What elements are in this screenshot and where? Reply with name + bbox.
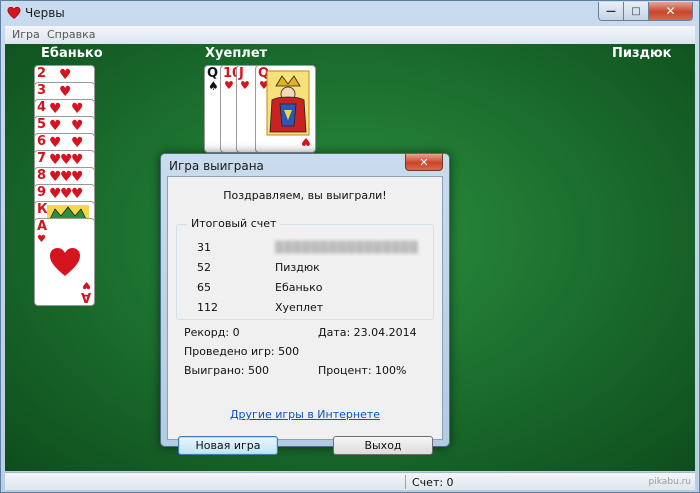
- date-stat: Дата: 23.04.2014: [318, 326, 417, 339]
- player-left-name: Ебанько: [41, 46, 103, 61]
- congrats-message: Поздравляем, вы выиграли!: [223, 189, 387, 202]
- heart-icon: ♥: [71, 118, 84, 134]
- dialog-close-button[interactable]: ✕: [405, 154, 443, 171]
- status-bar: Счет: 0 pikabu.ru: [5, 472, 695, 490]
- heart-icon: ♥: [37, 234, 46, 245]
- caption-buttons: — □ ✕: [598, 2, 693, 21]
- heart-icon: ♥: [71, 186, 84, 202]
- heart-icon: ♥: [59, 67, 72, 83]
- watermark-text: pikabu.ru: [648, 477, 691, 487]
- score-row: 112 Хуеплет: [197, 301, 324, 314]
- heart-icon: ♥: [82, 279, 91, 290]
- heart-icon: ♥: [49, 101, 62, 117]
- heart-icon: ♥: [240, 79, 250, 92]
- menu-help[interactable]: Справка: [47, 28, 95, 41]
- game-won-dialog: Игра выиграна ✕ Поздравляем, вы выиграли…: [160, 153, 450, 455]
- record-stat: Рекорд: 0: [184, 326, 240, 339]
- spade-icon: ♠: [208, 79, 219, 93]
- queen-face-icon: [266, 70, 310, 136]
- menu-bar: Игра Справка: [5, 26, 695, 44]
- online-games-link[interactable]: Другие игры в Интернете: [168, 408, 442, 421]
- heart-icon: ♥: [71, 169, 84, 185]
- final-score-title: Итоговый счет: [187, 217, 281, 230]
- score-row: 31 ▒▒▒▒▒▒▒▒▒▒▒▒▒▒▒▒: [197, 241, 419, 254]
- games-played-stat: Проведено игр: 500: [184, 345, 300, 358]
- heart-icon: ♥: [59, 84, 72, 100]
- menu-game[interactable]: Игра: [12, 28, 40, 41]
- app-window: Червы — □ ✕ Игра Справка Ебанько Хуеплет…: [0, 0, 700, 493]
- win-percent-stat: Процент: 100%: [318, 364, 407, 377]
- player-right-name: Пиздюк: [612, 46, 672, 61]
- close-button[interactable]: ✕: [649, 2, 693, 21]
- heart-icon: ♥: [71, 101, 84, 117]
- card-queen-hearts[interactable]: Q ♥ ♥: [255, 65, 316, 153]
- final-score-group: Итоговый счет 31 ▒▒▒▒▒▒▒▒▒▒▒▒▒▒▒▒ 52 Пиз…: [176, 217, 434, 320]
- player-top-name: Хуеплет: [205, 46, 268, 61]
- score-row: 65 Ебанько: [197, 281, 323, 294]
- heart-icon: ♥: [49, 118, 62, 134]
- new-game-button[interactable]: Новая игра: [178, 436, 278, 455]
- dialog-title: Игра выиграна: [169, 159, 264, 173]
- score-row: 52 Пиздюк: [197, 261, 320, 274]
- window-title: Червы: [25, 6, 65, 20]
- heart-icon: ♥: [301, 135, 311, 148]
- games-won-stat: Выиграно: 500: [184, 364, 270, 377]
- status-score: Счет: 0: [412, 476, 454, 489]
- card-ace-hearts[interactable]: А ♥ А ♥: [34, 218, 95, 306]
- minimize-button[interactable]: —: [598, 2, 624, 21]
- status-separator: [405, 475, 406, 489]
- heart-icon: ♥: [71, 152, 84, 168]
- maximize-button[interactable]: □: [624, 2, 649, 21]
- heart-icon: ♥: [224, 79, 234, 92]
- heart-icon: ♥: [49, 135, 62, 151]
- dialog-body: Поздравляем, вы выиграли! Итоговый счет …: [167, 176, 443, 455]
- heart-icon: ♥: [71, 135, 84, 151]
- exit-button[interactable]: Выход: [333, 436, 433, 455]
- title-bar[interactable]: Червы — □ ✕: [1, 1, 699, 25]
- large-heart-icon: [50, 248, 80, 276]
- hearts-app-icon: [7, 6, 21, 19]
